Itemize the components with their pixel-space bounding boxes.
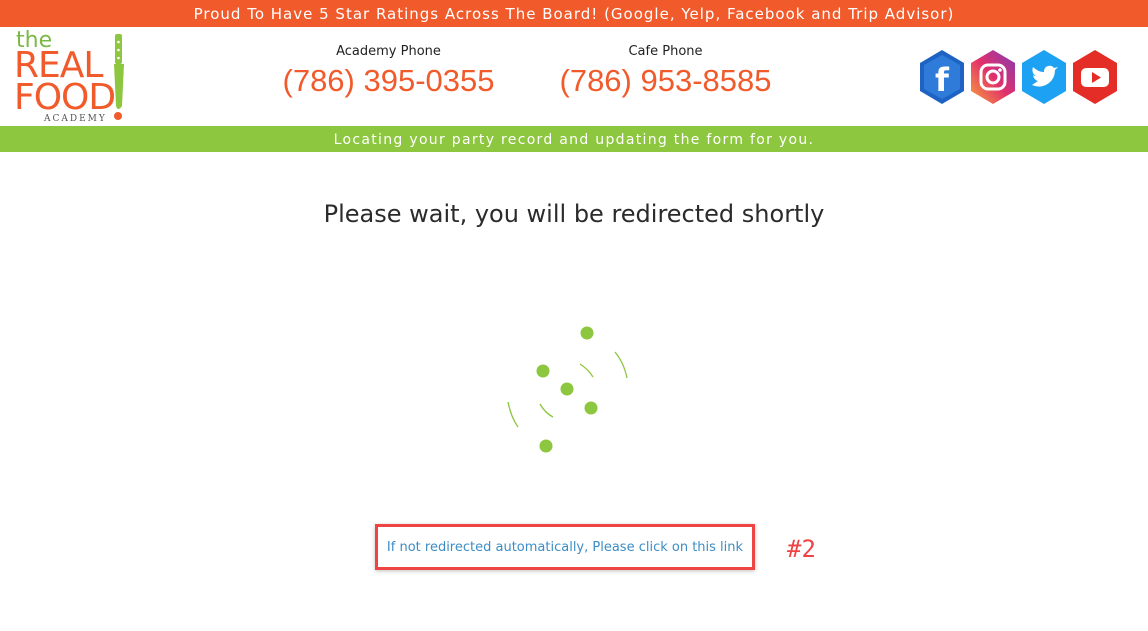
status-bar: Locating your party record and updating … [0, 126, 1148, 152]
top-banner-text: Proud To Have 5 Star Ratings Across The … [193, 5, 955, 23]
academy-phone-number[interactable]: (786) 395-0355 [276, 63, 501, 99]
spinner-arc [539, 403, 554, 418]
logo-academy: ACADEMY [44, 114, 107, 124]
instagram-icon[interactable] [968, 49, 1018, 105]
youtube-icon[interactable] [1070, 49, 1120, 105]
spinner-dot [539, 439, 553, 453]
spinner-dot [584, 401, 598, 415]
svg-text:f: f [935, 61, 950, 99]
header: the REAL FOOD ACADEMY Academy Phone (786… [0, 27, 1148, 126]
academy-phone[interactable]: Academy Phone (786) 395-0355 [276, 44, 501, 99]
cafe-phone[interactable]: Cafe Phone (786) 953-8585 [553, 44, 778, 99]
top-banner: Proud To Have 5 Star Ratings Across The … [0, 0, 1148, 27]
twitter-icon[interactable] [1019, 49, 1069, 105]
annotation-label: #2 [787, 535, 816, 563]
wait-message: Please wait, you will be redirected shor… [323, 200, 825, 228]
facebook-icon[interactable]: f [917, 49, 967, 105]
logo-food: FOOD [14, 77, 116, 118]
redirect-highlight-box: If not redirected automatically, Please … [375, 524, 755, 570]
spinner-dot [580, 326, 594, 340]
logo[interactable]: the REAL FOOD ACADEMY [14, 28, 134, 124]
academy-phone-label: Academy Phone [336, 44, 441, 59]
knife-icon [114, 34, 124, 120]
redirect-link[interactable]: If not redirected automatically, Please … [378, 527, 752, 567]
cafe-phone-number[interactable]: (786) 953-8585 [553, 63, 778, 99]
loading-spinner [507, 326, 628, 453]
spinner-dot [536, 364, 550, 378]
spinner-arc [507, 401, 519, 428]
status-bar-text: Locating your party record and updating … [333, 132, 815, 148]
spinner-arc [579, 363, 594, 378]
spinner-dot [560, 382, 574, 396]
spinner-arc [614, 351, 628, 379]
cafe-phone-label: Cafe Phone [628, 44, 703, 59]
